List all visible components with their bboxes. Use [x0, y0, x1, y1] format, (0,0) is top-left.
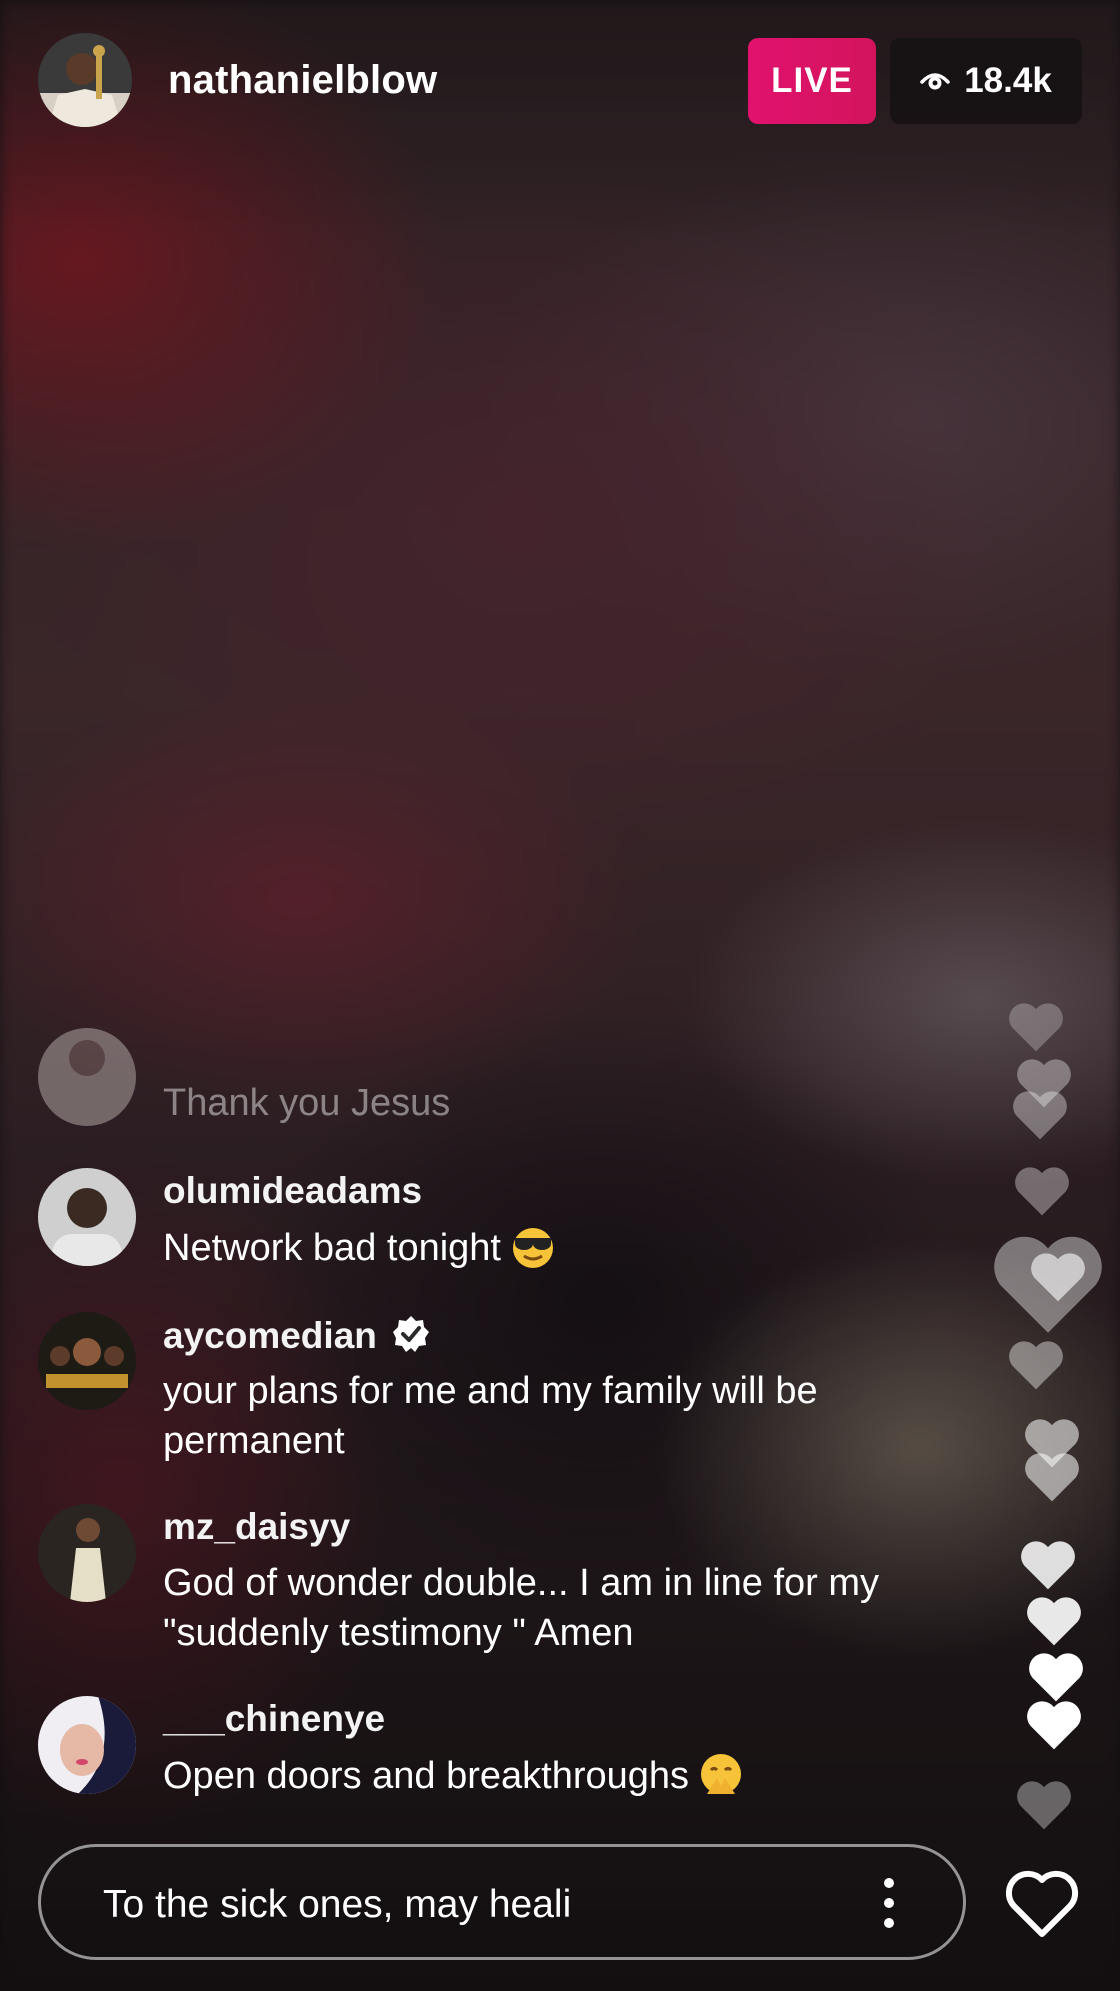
- comment-item: mz_daisyy God of wonder double... I am i…: [0, 1504, 960, 1674]
- live-stream-screen: nathanielblow LIVE 18.4k Thank you Jesus…: [0, 0, 1120, 1991]
- comment-text: God of wonder double... I am in line for…: [163, 1562, 880, 1654]
- viewer-count-badge[interactable]: 18.4k: [890, 38, 1082, 124]
- heart-icon: [1009, 1003, 1063, 1052]
- heart-icon: [1027, 1597, 1081, 1646]
- comment-text: Network bad tonight: [163, 1222, 923, 1273]
- heart-icon: [1021, 1541, 1075, 1590]
- comment-item: aycomedian your plans for me and my fami…: [0, 1312, 960, 1482]
- commenter-avatar[interactable]: [38, 1028, 136, 1126]
- heart-icon: [1013, 1091, 1067, 1140]
- commenter-avatar[interactable]: [38, 1168, 136, 1266]
- viewer-count: 18.4k: [964, 61, 1052, 100]
- comment-feed[interactable]: Thank you Jesus olumideadams Network bad…: [0, 1028, 960, 1820]
- commenter-avatar[interactable]: [38, 1696, 136, 1794]
- live-badge: LIVE: [748, 38, 876, 124]
- praying-face-icon: [701, 1754, 742, 1794]
- commenter-avatar[interactable]: [38, 1312, 136, 1410]
- host-username[interactable]: nathanielblow: [168, 58, 437, 103]
- comment-item: olumideadams Network bad tonight: [0, 1168, 960, 1298]
- heart-icon: [1009, 1341, 1063, 1390]
- heart-icon: [1031, 1253, 1085, 1302]
- host-avatar[interactable]: [38, 33, 132, 127]
- heart-icon: [1015, 1167, 1069, 1216]
- commenter-username[interactable]: olumideadams: [163, 1170, 422, 1212]
- heart-icon: [1017, 1781, 1071, 1830]
- comment-item: Thank you Jesus: [0, 1028, 960, 1140]
- comment-input[interactable]: To the sick ones, may heali: [38, 1844, 966, 1960]
- heart-icon: [1027, 1701, 1081, 1750]
- more-vertical-icon[interactable]: [879, 1873, 899, 1933]
- comment-input-text: To the sick ones, may heali: [103, 1883, 572, 1926]
- sunglasses-face-icon: [512, 1228, 553, 1268]
- comment-item: ___chinenye Open doors and breakthroughs: [0, 1696, 960, 1826]
- comment-text: your plans for me and my family will be …: [163, 1370, 818, 1462]
- heart-outline-icon[interactable]: [1002, 1866, 1082, 1940]
- commenter-username[interactable]: ___chinenye: [163, 1698, 385, 1740]
- stream-header: nathanielblow LIVE 18.4k: [0, 0, 1120, 170]
- commenter-username[interactable]: mz_daisyy: [163, 1506, 350, 1548]
- commenter-avatar[interactable]: [38, 1504, 136, 1602]
- heart-icon: [1025, 1453, 1079, 1502]
- comment-text: Open doors and breakthroughs: [163, 1750, 923, 1801]
- commenter-username[interactable]: aycomedian: [163, 1314, 431, 1357]
- eye-icon: [920, 73, 950, 90]
- verified-badge-icon: [392, 1316, 429, 1352]
- comment-text: Thank you Jesus: [163, 1082, 451, 1124]
